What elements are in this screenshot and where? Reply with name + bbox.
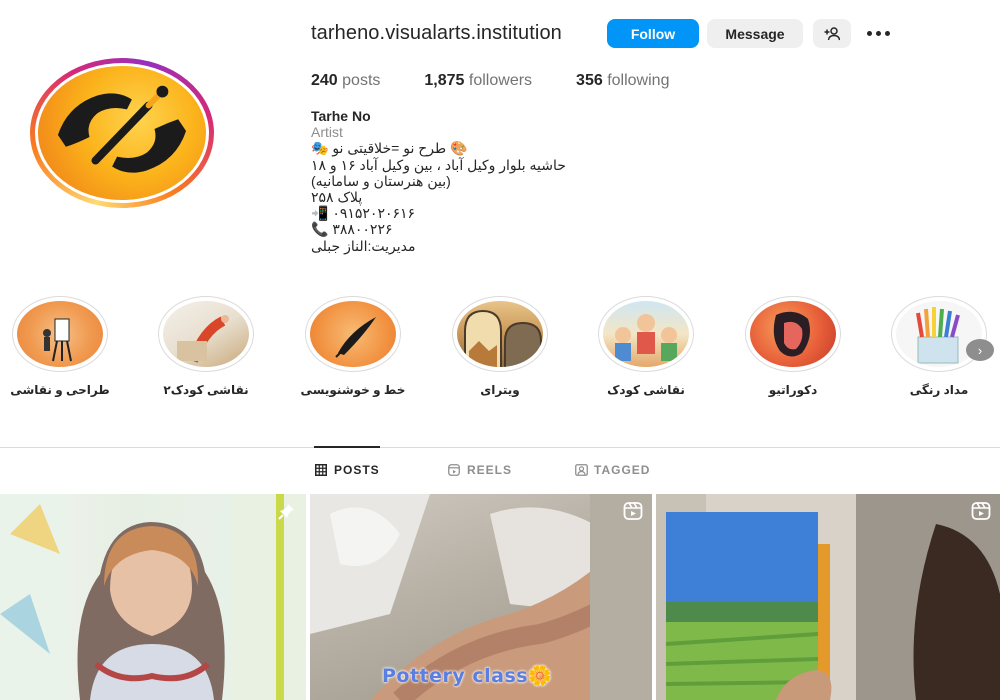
bio-line: مدیریت:الناز جبلی — [311, 237, 416, 254]
highlight-ring — [452, 296, 548, 372]
hands-brush-logo — [57, 85, 187, 173]
reels-icon — [447, 463, 461, 477]
following-count[interactable]: 356 following — [576, 72, 669, 90]
tab-posts[interactable]: POSTS — [314, 463, 380, 477]
bio-line: 📞 ۳۸۸۰۰۲۲۶ — [311, 221, 393, 238]
highlight-thumbnail — [17, 301, 103, 367]
bio-name: Tarhe No — [311, 108, 371, 124]
highlight-label: مداد رنگی — [909, 383, 969, 397]
profile-bio: Tarhe No Artist 🎨 طرح نو =خلاقیتی نو 🎭 ح… — [311, 108, 611, 254]
avatar-logo-image — [38, 66, 206, 200]
bio-line: 🎨 طرح نو =خلاقیتی نو 🎭 — [311, 140, 468, 157]
follow-button[interactable]: Follow — [607, 19, 699, 48]
post-thumbnail[interactable] — [656, 494, 1000, 700]
reel-icon — [970, 500, 992, 522]
posts-count[interactable]: 240 posts — [311, 72, 380, 90]
active-tab-indicator — [314, 446, 380, 448]
bio-line: (بین هنرستان و سامانیه) — [311, 172, 451, 189]
post-image-portrait — [0, 494, 306, 700]
highlight-ring — [598, 296, 694, 372]
post-thumbnail[interactable] — [0, 494, 306, 700]
highlights-next-icon[interactable]: › — [966, 339, 994, 361]
highlight-item[interactable]: نقاشی کودک۲ — [146, 296, 266, 397]
tabs-divider — [0, 447, 1000, 448]
profile-stats: 240 posts 1,875 followers 356 following — [311, 72, 713, 90]
message-button[interactable]: Message — [707, 19, 803, 48]
profile-username: tarheno.visualarts.institution — [311, 22, 562, 44]
highlight-thumbnail — [457, 301, 543, 367]
highlight-label: طراحی و نقاشی — [10, 383, 110, 397]
followers-count-label: followers — [468, 72, 533, 89]
highlight-item[interactable]: دکوراتیو — [733, 296, 853, 397]
post-image-landscape-painting — [656, 494, 1000, 700]
tab-reels[interactable]: REELS — [447, 463, 512, 477]
posts-count-label: posts — [342, 72, 381, 89]
reel-icon — [622, 500, 644, 522]
posts-count-value: 240 — [311, 72, 338, 89]
highlight-item[interactable]: خط و خوشنویسی — [293, 296, 413, 397]
followers-count-value: 1,875 — [424, 72, 465, 89]
highlight-item[interactable]: ویترای — [440, 296, 560, 397]
highlight-ring — [745, 296, 841, 372]
followers-count[interactable]: 1,875 followers — [424, 72, 532, 90]
highlight-ring — [891, 296, 987, 372]
following-count-value: 356 — [576, 72, 603, 89]
suggest-user-button[interactable] — [813, 19, 851, 48]
bio-category: Artist — [311, 124, 343, 141]
add-user-icon — [824, 26, 840, 40]
grid-icon — [314, 463, 328, 477]
highlight-item[interactable]: طراحی و نقاشی — [0, 296, 120, 397]
highlight-ring — [158, 296, 254, 372]
highlight-label: نقاشی کودک — [607, 383, 685, 397]
pin-icon — [276, 500, 298, 522]
bio-line: 📲 ۰۹۱۵۲۰۲۰۶۱۶ — [311, 205, 416, 222]
highlight-thumbnail — [163, 301, 249, 367]
highlight-ring — [305, 296, 401, 372]
avatar-inner-ring — [35, 63, 209, 203]
tab-tagged-label: TAGGED — [594, 463, 651, 477]
highlight-label: نقاشی کودک۲ — [163, 383, 249, 397]
tab-reels-label: REELS — [467, 463, 513, 477]
highlight-label: دکوراتیو — [768, 383, 818, 397]
post-thumbnail[interactable]: Pottery class🌼 — [310, 494, 652, 700]
story-highlights: طراحی و نقاشی نقاشی کودک۲ خط و خوشنویسی … — [0, 296, 1000, 406]
profile-avatar[interactable] — [30, 58, 214, 208]
tab-tagged[interactable]: TAGGED — [574, 463, 650, 477]
following-count-label: following — [607, 72, 670, 89]
highlight-label: خط و خوشنویسی — [300, 383, 406, 397]
tagged-icon — [574, 463, 588, 477]
post-caption-overlay: Pottery class🌼 — [382, 665, 553, 687]
bio-line: حاشیه بلوار وکیل آباد ، بین وکیل آباد ۱۶… — [311, 156, 566, 173]
highlight-label: ویترای — [480, 383, 520, 397]
highlight-ring — [12, 296, 108, 372]
highlight-item[interactable]: نقاشی کودک — [586, 296, 706, 397]
bio-line: پلاک ۲۵۸ — [311, 189, 363, 206]
highlight-thumbnail — [750, 301, 836, 367]
highlight-thumbnail — [310, 301, 396, 367]
tab-posts-label: POSTS — [334, 463, 380, 477]
more-options-icon[interactable] — [862, 22, 894, 44]
highlight-thumbnail — [603, 301, 689, 367]
